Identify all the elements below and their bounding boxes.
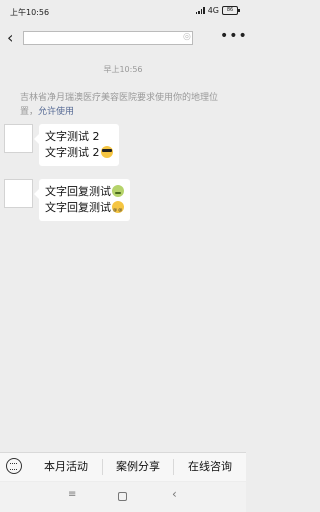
menu-item-case-sharing[interactable]: 案例分享: [103, 453, 173, 481]
menu-item-monthly-events[interactable]: 本月活动: [30, 453, 102, 481]
message-line: 文字回复测试: [45, 200, 124, 218]
message-text: 文字回复测试: [45, 201, 111, 214]
location-pin-icon: ◎: [183, 32, 191, 42]
address-field[interactable]: [23, 31, 193, 45]
message-line: 文字回复测试: [45, 184, 124, 200]
message-line: 文字测试 2: [45, 129, 113, 145]
sick-face-emoji-icon: [112, 185, 124, 197]
back-nav-icon[interactable]: ‹: [172, 487, 177, 501]
location-notice: 吉林省净月瑞澳医疗美容医院要求使用你的地理位置，允许使用: [20, 91, 230, 119]
title-bar: ‹ ◎ •••: [0, 26, 248, 52]
chat-timestamp: 早上10:56: [103, 65, 143, 74]
back-icon[interactable]: ‹: [7, 28, 13, 47]
avatar[interactable]: [4, 179, 33, 208]
system-nav-bar: ≡ ‹: [0, 482, 246, 512]
battery-icon: 86: [222, 6, 240, 15]
menu-nav-icon[interactable]: ≡: [68, 489, 76, 500]
message-text: 文字测试 2: [45, 130, 100, 143]
allow-location-link[interactable]: 允许使用: [38, 107, 74, 117]
sunglasses-emoji-icon: [100, 146, 113, 158]
message-bubble[interactable]: 文字回复测试 文字回复测试: [34, 179, 130, 221]
keyboard-icon[interactable]: [6, 458, 22, 474]
status-time: 上午10:56: [10, 8, 50, 17]
message-line: 文字测试 2: [45, 145, 113, 161]
dizzy-face-emoji-icon: [112, 201, 124, 218]
status-icons: 4G 86: [195, 6, 240, 15]
home-icon[interactable]: [118, 492, 127, 501]
avatar[interactable]: [4, 124, 33, 153]
message-text: 文字测试 2: [45, 146, 100, 159]
message-text: 文字回复测试: [45, 185, 111, 198]
menu-item-online-consult[interactable]: 在线咨询: [174, 453, 246, 481]
signal-icon: [195, 7, 205, 14]
message-bubble[interactable]: 文字测试 2 文字测试 2: [34, 124, 119, 166]
network-label: 4G: [207, 6, 219, 15]
more-dots-icon[interactable]: •••: [220, 28, 248, 44]
battery-level: 86: [226, 7, 234, 13]
message-row: 文字测试 2 文字测试 2: [4, 124, 119, 166]
bottom-menu-bar: 本月活动 案例分享 在线咨询: [0, 452, 246, 481]
status-bar: 上午10:56 4G 86: [0, 0, 246, 24]
message-row: 文字回复测试 文字回复测试: [4, 179, 130, 221]
